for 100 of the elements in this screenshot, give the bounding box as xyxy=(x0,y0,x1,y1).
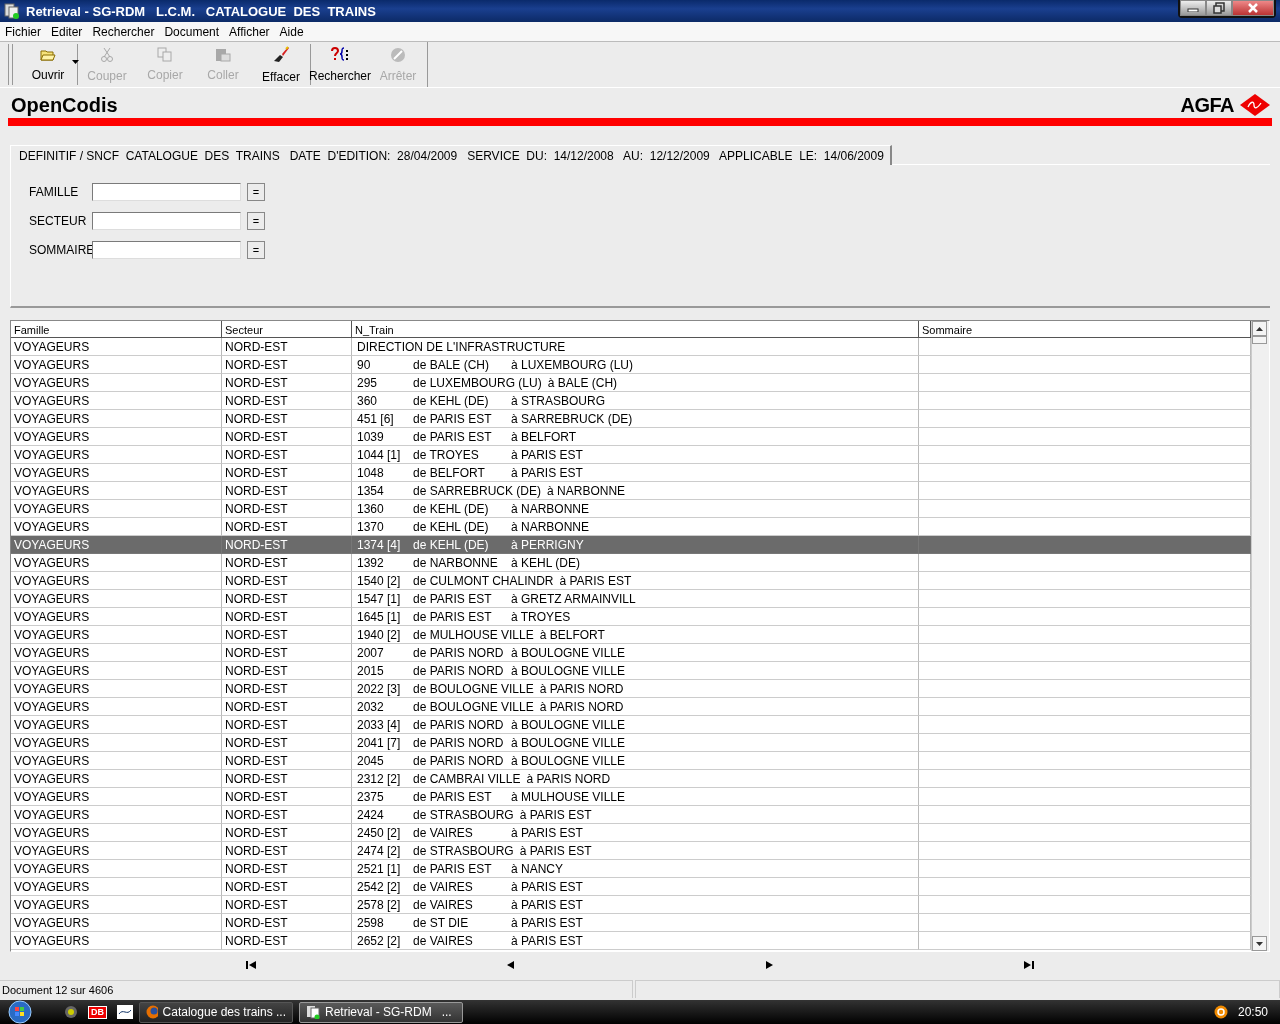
toolbar-button[interactable]: Rechercher xyxy=(311,42,369,87)
table-cell: NORD-EST xyxy=(222,662,352,680)
train-number: 2045 xyxy=(357,753,385,768)
next-record-button[interactable] xyxy=(763,959,775,971)
table-cell: NORD-EST xyxy=(222,914,352,932)
document-icon[interactable] xyxy=(117,1005,133,1019)
left-triangle-icon xyxy=(507,961,515,969)
taskbar-button[interactable]: Catalogue des trains ... xyxy=(139,1001,293,1023)
operator-button[interactable]: = xyxy=(247,240,265,259)
table-row[interactable]: VOYAGEURS NORD-EST 1044 [1] de TROYES à PARIS EST xyxy=(11,446,1251,464)
train-number: 2474 [2] xyxy=(357,843,402,858)
table-row[interactable]: VOYAGEURS NORD-EST 1547 [1] de PARIS EST à GRETZ ARMAINVILL xyxy=(11,590,1251,608)
train-destination: à NARBONNE xyxy=(511,519,590,534)
scroll-thumb[interactable] xyxy=(1252,336,1267,344)
table-row[interactable]: VOYAGEURS NORD-EST 295 de LUXEMBOURG (LU) à BALE (CH) xyxy=(11,374,1251,392)
table-cell: VOYAGEURS xyxy=(11,356,222,374)
table-row[interactable]: VOYAGEURS NORD-EST 1392 de NARBONNE à KEHL (DE) xyxy=(11,554,1251,572)
toolbar-button[interactable]: Effacer xyxy=(252,42,310,87)
taskbar-button[interactable]: Retrieval - SG-RDM ... xyxy=(299,1001,463,1023)
scroll-up-button[interactable] xyxy=(1252,321,1267,336)
table-row[interactable]: VOYAGEURS NORD-EST 1354 de SARREBRUCK (DE) à NARBONNE xyxy=(11,482,1251,500)
train-number: 2375 xyxy=(357,789,385,804)
previous-record-button[interactable] xyxy=(505,959,517,971)
table-row[interactable]: VOYAGEURS NORD-EST 451 [6] de PARIS EST à SARREBRUCK (DE) xyxy=(11,410,1251,428)
column-header[interactable]: N_Train xyxy=(352,321,919,338)
table-row[interactable]: VOYAGEURS NORD-EST 2015 de PARIS NORD à BOULOGNE VILLE xyxy=(11,662,1251,680)
train-number: 2032 xyxy=(357,699,385,714)
menu-item[interactable]: Document xyxy=(159,24,225,39)
table-row[interactable]: VOYAGEURS NORD-EST 360 de KEHL (DE) à STRASBOURG xyxy=(11,392,1251,410)
skip-first-icon xyxy=(245,961,256,969)
column-header[interactable]: Famille xyxy=(11,321,222,338)
clock: 20:50 xyxy=(1237,1005,1268,1019)
first-record-button[interactable] xyxy=(243,959,258,971)
menu-item[interactable]: Afficher xyxy=(224,24,275,39)
train-origin: de CAMBRAI VILLE xyxy=(413,771,522,786)
table-row[interactable]: VOYAGEURS NORD-EST 2045 de PARIS NORD à BOULOGNE VILLE xyxy=(11,752,1251,770)
maximize-button[interactable] xyxy=(1206,0,1232,16)
table-row[interactable]: VOYAGEURS NORD-EST 2578 [2] de VAIRES à PARIS EST xyxy=(11,896,1251,914)
close-button[interactable] xyxy=(1232,0,1274,16)
table-row[interactable]: VOYAGEURS NORD-EST 2041 [7] de PARIS NORD à BOULOGNE VILLE xyxy=(11,734,1251,752)
app-icon xyxy=(306,1005,320,1019)
update-icon[interactable] xyxy=(1213,1005,1228,1019)
table-row[interactable]: VOYAGEURS NORD-EST 2598 de ST DIE à PARIS EST xyxy=(11,914,1251,932)
close-icon xyxy=(1247,2,1259,14)
table-cell: VOYAGEURS xyxy=(11,500,222,518)
quick-launch-icon[interactable]: DB xyxy=(88,1005,107,1019)
train-destination: à PARIS EST xyxy=(511,897,583,912)
table-row[interactable]: VOYAGEURS NORD-EST DIRECTION DE L'INFRASTRUCTURE xyxy=(11,338,1251,356)
menu-item[interactable]: Rechercher xyxy=(87,24,160,39)
table-row[interactable]: VOYAGEURS NORD-EST 2375 de PARIS EST à MULHOUSE VILLE xyxy=(11,788,1251,806)
table-row[interactable]: VOYAGEURS NORD-EST 2521 [1] de PARIS EST à NANCY xyxy=(11,860,1251,878)
train-destination: à KEHL (DE) xyxy=(511,555,580,570)
table-row[interactable]: VOYAGEURS NORD-EST 2033 [4] de PARIS NORD à BOULOGNE VILLE xyxy=(11,716,1251,734)
table-row[interactable]: VOYAGEURS NORD-EST 2450 [2] de VAIRES à PARIS EST xyxy=(11,824,1251,842)
operator-button[interactable]: = xyxy=(247,211,265,230)
table-row[interactable]: VOYAGEURS NORD-EST 1374 [4] de KEHL (DE) à PERRIGNY xyxy=(11,536,1251,554)
minimize-button[interactable] xyxy=(1180,0,1206,16)
operator-button[interactable]: = xyxy=(247,182,265,201)
up-arrow-icon xyxy=(1256,326,1263,331)
train-origin: de PARIS NORD xyxy=(413,717,505,732)
table-row[interactable]: VOYAGEURS NORD-EST 2542 [2] de VAIRES à PARIS EST xyxy=(11,878,1251,896)
table-row[interactable]: VOYAGEURS NORD-EST 2312 [2] de CAMBRAI VILLE à PARIS NORD xyxy=(11,770,1251,788)
table-row[interactable]: VOYAGEURS NORD-EST 2022 [3] de BOULOGNE VILLE à PARIS NORD xyxy=(11,680,1251,698)
column-header[interactable]: Sommaire xyxy=(919,321,1251,338)
table-row[interactable]: VOYAGEURS NORD-EST 1940 [2] de MULHOUSE VILLE à BELFORT xyxy=(11,626,1251,644)
column-header[interactable]: Secteur xyxy=(222,321,352,338)
table-row[interactable]: VOYAGEURS NORD-EST 90 de BALE (CH) à LUXEMBOURG (LU) xyxy=(11,356,1251,374)
table-row[interactable]: VOYAGEURS NORD-EST 1645 [1] de PARIS EST à TROYES xyxy=(11,608,1251,626)
caret-icon[interactable] xyxy=(72,60,79,64)
input-field[interactable] xyxy=(92,240,241,259)
table-cell: NORD-EST xyxy=(222,356,352,374)
table-cell: NORD-EST xyxy=(222,482,352,500)
menu-item[interactable]: Aide xyxy=(274,24,309,39)
menu-item[interactable]: Fichier xyxy=(0,24,46,39)
train-number: 90 xyxy=(357,357,372,372)
tab[interactable]: DEFINITIF / SNCF CATALOGUE DES TRAINS DATE D'EDITION: 28/04/2009 SERVICE DU: 14/12/2008 AU: 12/12/2009 APPLICABLE LE: 14/06/2009 xyxy=(10,145,892,165)
table-row[interactable]: VOYAGEURS NORD-EST 2007 de PARIS NORD à BOULOGNE VILLE xyxy=(11,644,1251,662)
scroll-down-button[interactable] xyxy=(1252,936,1267,951)
table-cell: NORD-EST xyxy=(222,824,352,842)
table-cell: NORD-EST xyxy=(222,392,352,410)
train-number: 360 xyxy=(357,393,379,408)
table-row[interactable]: VOYAGEURS NORD-EST 1039 de PARIS EST à BELFORT xyxy=(11,428,1251,446)
table-row[interactable]: VOYAGEURS NORD-EST 2652 [2] de VAIRES à PARIS EST xyxy=(11,932,1251,950)
train-destination: à BOULOGNE VILLE xyxy=(511,753,626,768)
table-row[interactable]: VOYAGEURS NORD-EST 1540 [2] de CULMONT CHALINDR à PARIS EST xyxy=(11,572,1251,590)
table-cell: NORD-EST xyxy=(222,554,352,572)
table-row[interactable]: VOYAGEURS NORD-EST 1048 de BELFORT à PARIS EST xyxy=(11,464,1251,482)
scrollbar[interactable] xyxy=(1251,321,1269,951)
table-row[interactable]: VOYAGEURS NORD-EST 2032 de BOULOGNE VILLE à PARIS NORD xyxy=(11,698,1251,716)
status-text: Document 12 sur 4606 xyxy=(0,980,633,998)
table-row[interactable]: VOYAGEURS NORD-EST 2424 de STRASBOURG à PARIS EST xyxy=(11,806,1251,824)
table-row[interactable]: VOYAGEURS NORD-EST 1360 de KEHL (DE) à NARBONNE xyxy=(11,500,1251,518)
table-row[interactable]: VOYAGEURS NORD-EST 2474 [2] de STRASBOURG à PARIS EST xyxy=(11,842,1251,860)
last-record-button[interactable] xyxy=(1022,959,1037,971)
input-field[interactable] xyxy=(92,211,241,230)
table-cell: NORD-EST xyxy=(222,878,352,896)
table-cell: VOYAGEURS xyxy=(11,932,222,950)
menu-item[interactable]: Editer xyxy=(46,24,88,39)
input-field[interactable] xyxy=(92,182,241,201)
table-cell: VOYAGEURS xyxy=(11,914,222,932)
